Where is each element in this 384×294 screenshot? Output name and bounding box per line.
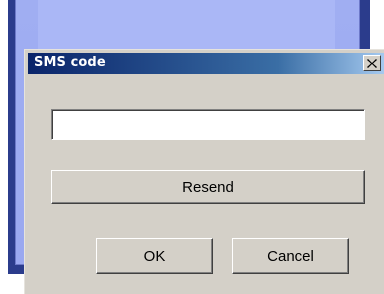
ok-button[interactable]: OK [96,238,213,274]
sms-code-input[interactable] [51,109,365,140]
close-button[interactable] [363,55,381,71]
cancel-button[interactable]: Cancel [232,238,349,274]
sms-code-dialog: SMS code Resend OK Cancel [24,49,384,294]
dialog-title: SMS code [34,55,106,70]
close-icon [367,58,377,68]
resend-button[interactable]: Resend [51,170,365,204]
dialog-titlebar[interactable]: SMS code [28,53,384,74]
